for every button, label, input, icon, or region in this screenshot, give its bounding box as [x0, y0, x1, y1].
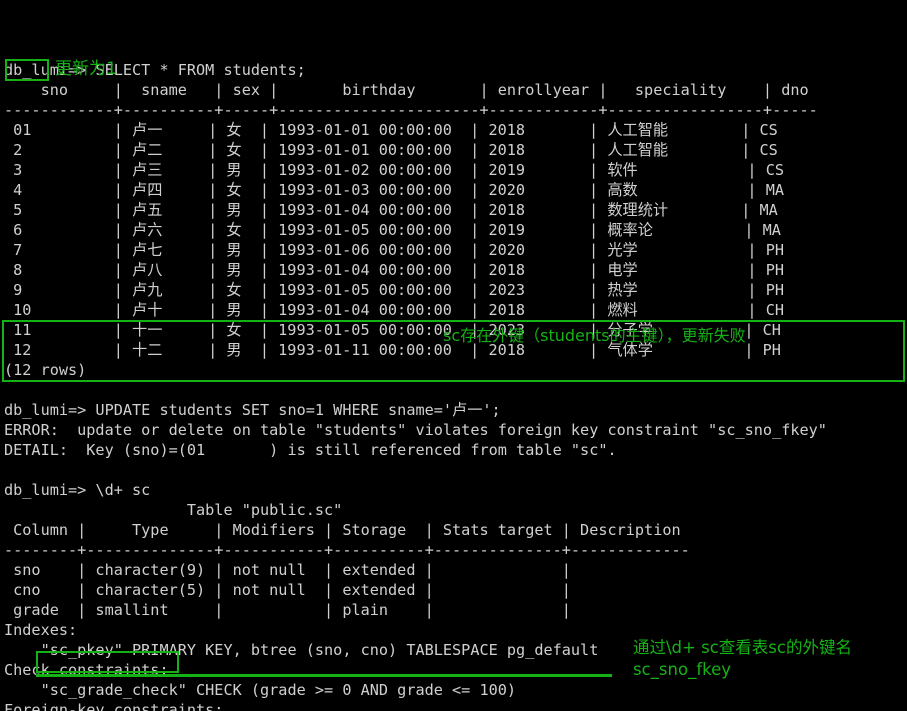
terminal-line: Foreign-key constraints: — [4, 701, 224, 711]
terminal-line: 7 | 卢七 | 男 | 1993-01-06 00:00:00 | 2020 … — [4, 241, 784, 259]
terminal-line: Check constraints: — [4, 661, 169, 679]
terminal-line: sno | sname | sex | birthday | enrollyea… — [4, 81, 809, 99]
terminal-line: DETAIL: Key (sno)=(01 ) is still referen… — [4, 441, 617, 459]
terminal-line: 9 | 卢九 | 女 | 1993-01-05 00:00:00 | 2023 … — [4, 281, 784, 299]
terminal-line: ERROR: update or delete on table "studen… — [4, 421, 827, 439]
terminal-line: 11 | 十一 | 女 | 1993-01-05 00:00:00 | 2023… — [4, 321, 781, 339]
terminal-line: 8 | 卢八 | 男 | 1993-01-04 00:00:00 | 2018 … — [4, 261, 784, 279]
terminal-line: Column | Type | Modifiers | Storage | St… — [4, 521, 681, 539]
terminal-line: db_lumi=> UPDATE students SET sno=1 WHER… — [4, 401, 501, 419]
terminal-line: (12 rows) — [4, 361, 87, 379]
terminal-line: "sc_pkey" PRIMARY KEY, btree (sno, cno) … — [4, 641, 599, 659]
terminal-line: --------+--------------+-----------+----… — [4, 541, 690, 559]
terminal-line: 3 | 卢三 | 男 | 1993-01-02 00:00:00 | 2019 … — [4, 161, 784, 179]
terminal-line: cno | character(5) | not null | extended… — [4, 581, 571, 599]
terminal-line: 5 | 卢五 | 男 | 1993-01-04 00:00:00 | 2018 … — [4, 201, 778, 219]
terminal-line: sno | character(9) | not null | extended… — [4, 561, 571, 579]
terminal-line: 6 | 卢六 | 女 | 1993-01-05 00:00:00 | 2019 … — [4, 221, 781, 239]
terminal-line: Table "public.sc" — [4, 501, 343, 519]
terminal-line: ------------+----------+-----+----------… — [4, 101, 818, 119]
terminal-line: 01 | 卢一 | 女 | 1993-01-01 00:00:00 | 2018… — [4, 121, 778, 139]
terminal-output: db_lumi=> SELECT * FROM students; sno | … — [0, 60, 907, 711]
terminal-window[interactable]: db_lumi=> SELECT * FROM students; sno | … — [0, 0, 907, 711]
terminal-line: db_lumi=> \d+ sc — [4, 481, 151, 499]
terminal-line: 2 | 卢二 | 女 | 1993-01-01 00:00:00 | 2018 … — [4, 141, 778, 159]
terminal-line: 12 | 十二 | 男 | 1993-01-11 00:00:00 | 2018… — [4, 341, 781, 359]
terminal-line: grade | smallint | | plain | | — [4, 601, 571, 619]
terminal-line: 10 | 卢十 | 男 | 1993-01-04 00:00:00 | 2018… — [4, 301, 784, 319]
terminal-line: 4 | 卢四 | 女 | 1993-01-03 00:00:00 | 2020 … — [4, 181, 784, 199]
terminal-line: Indexes: — [4, 621, 78, 639]
terminal-line: db_lumi=> SELECT * FROM students; — [4, 61, 306, 79]
terminal-line: "sc_grade_check" CHECK (grade >= 0 AND g… — [4, 681, 517, 699]
